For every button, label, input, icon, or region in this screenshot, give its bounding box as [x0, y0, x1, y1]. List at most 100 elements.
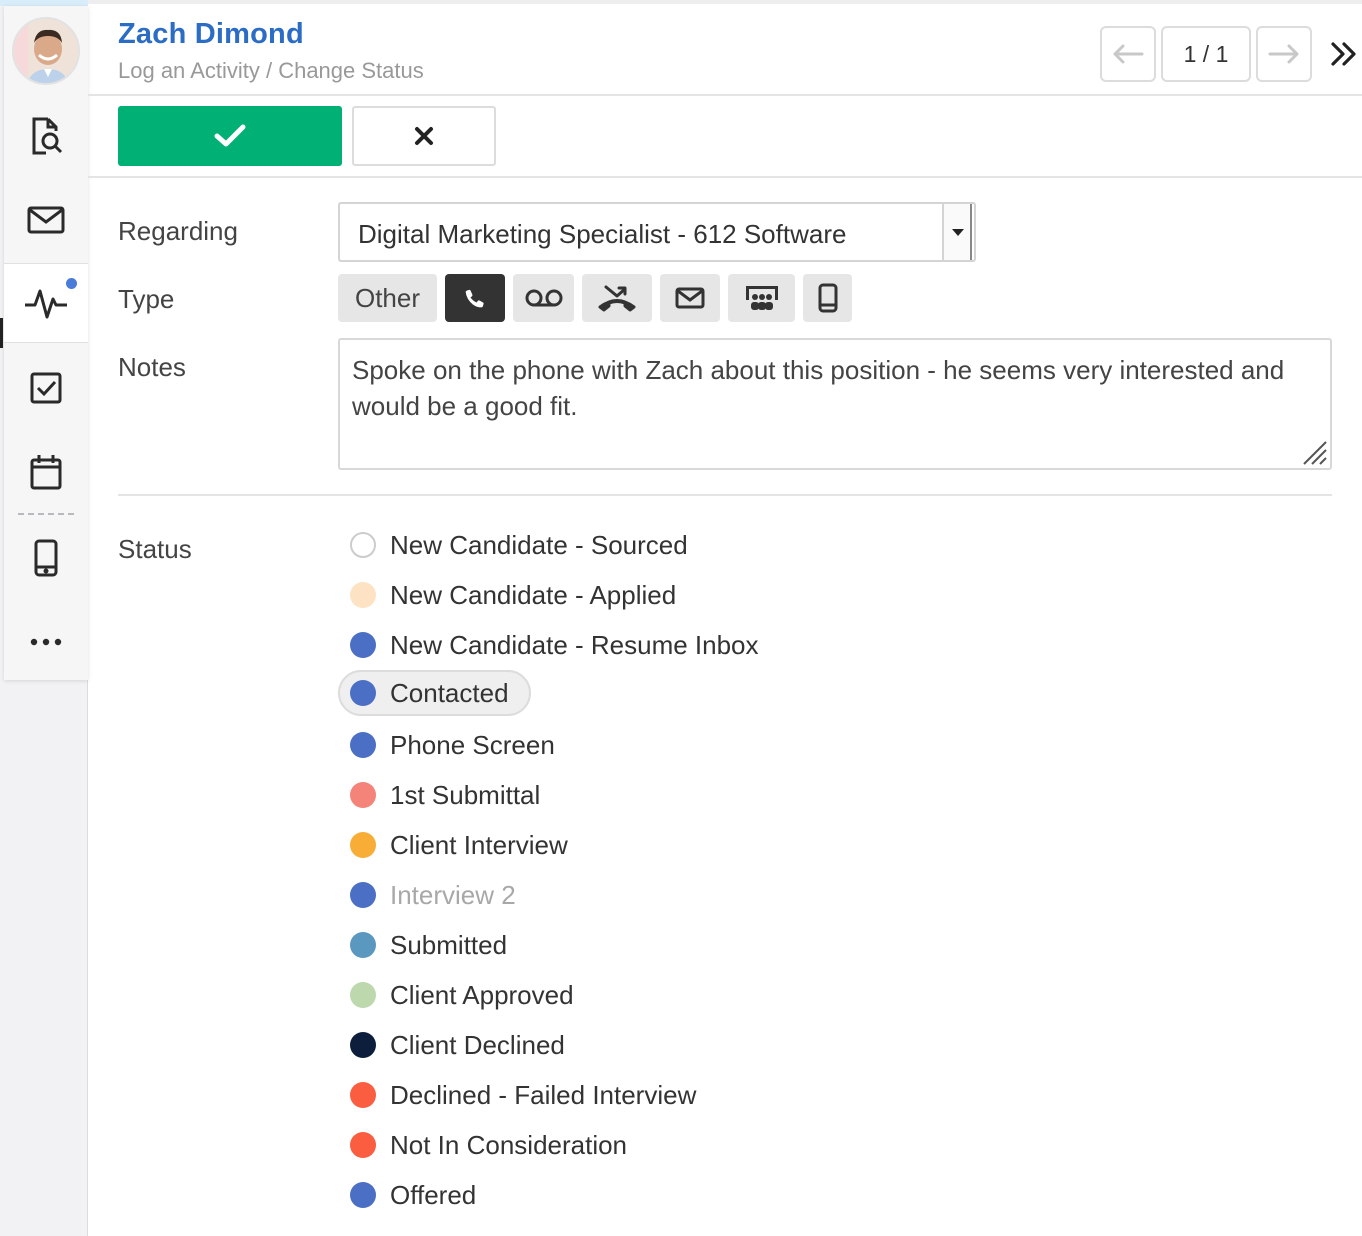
mobile-icon [34, 539, 58, 577]
more-icon [30, 638, 62, 646]
type-label: Type [118, 284, 175, 314]
type-other-button[interactable]: Other [338, 274, 437, 322]
status-option[interactable]: Client Approved [338, 972, 574, 1018]
regarding-label: Regarding [118, 216, 238, 246]
type-email-button[interactable] [660, 274, 720, 322]
mobile-button[interactable] [4, 518, 88, 598]
status-dot [350, 782, 376, 808]
type-other-label: Other [354, 282, 421, 313]
page-subtitle: Log an Activity / Change Status [118, 58, 424, 83]
status-option-label: New Candidate - Applied [390, 579, 677, 610]
status-dot [350, 1182, 376, 1208]
email-icon [675, 287, 705, 309]
sidebar-divider [18, 513, 74, 515]
status-dot [350, 680, 376, 706]
arrow-right-icon [1268, 44, 1299, 64]
resize-grip-icon[interactable] [1300, 438, 1328, 466]
status-option[interactable]: New Candidate - Sourced [338, 522, 688, 568]
status-option-label: Not In Consideration [390, 1129, 628, 1160]
status-label: Status [118, 534, 192, 564]
status-option[interactable]: Declined - Failed Interview [338, 1072, 696, 1118]
status-dot [350, 1082, 376, 1108]
status-option-label: Contacted [390, 677, 509, 708]
status-option[interactable]: Phone Screen [338, 722, 555, 768]
status-dot [350, 732, 376, 758]
status-option: Interview 2 [338, 872, 516, 918]
status-option[interactable]: New Candidate - Applied [338, 572, 676, 618]
status-dot [350, 832, 376, 858]
task-button[interactable] [4, 348, 88, 428]
action-bar [88, 96, 1362, 178]
mail-icon [27, 206, 65, 234]
voicemail-icon [525, 289, 562, 307]
status-option-label: Phone Screen [390, 729, 555, 760]
mobile-icon [818, 283, 837, 313]
status-option[interactable]: Submitted [338, 922, 507, 968]
phone-icon [465, 289, 484, 308]
notification-badge [66, 278, 77, 289]
pager-count-text: 1 / 1 [1183, 40, 1229, 67]
calendar-button[interactable] [4, 432, 88, 512]
status-dot [350, 632, 376, 658]
status-option[interactable]: Not In Consideration [338, 1122, 627, 1168]
notes-label: Notes [118, 352, 186, 382]
status-option-label: New Candidate - Resume Inbox [390, 629, 759, 660]
more-button[interactable] [4, 602, 88, 682]
pager-count: 1 / 1 [1161, 26, 1251, 82]
cancel-button[interactable] [352, 106, 496, 166]
status-option-label: Submitted [390, 929, 508, 960]
meeting-icon [745, 286, 778, 310]
type-mobile-button[interactable] [803, 274, 852, 322]
missed-call-icon [598, 285, 636, 312]
status-option-label: Client Approved [390, 979, 574, 1010]
status-option[interactable]: Client Declined [338, 1022, 565, 1068]
status-option-selected[interactable]: Contacted [338, 670, 531, 716]
status-dot [350, 882, 376, 908]
type-meeting-button[interactable] [728, 274, 795, 322]
status-dot [350, 932, 376, 958]
save-button[interactable] [118, 106, 342, 166]
status-dot [350, 1132, 376, 1158]
type-missed-call-button[interactable] [582, 274, 652, 322]
regarding-select[interactable]: Digital Marketing Specialist - 612 Softw… [338, 202, 976, 262]
check-icon [214, 124, 246, 147]
status-option-label: Offered [390, 1179, 477, 1210]
status-dot [350, 1032, 376, 1058]
activity-button[interactable] [0, 263, 88, 348]
previous-button[interactable] [1100, 26, 1156, 82]
avatar[interactable] [12, 17, 80, 85]
type-phone-button[interactable] [445, 274, 505, 322]
notes-textarea[interactable]: Spoke on the phone with Zach about this … [338, 338, 1332, 470]
type-voicemail-button[interactable] [513, 274, 574, 322]
header: Zach Dimond Log an Activity / Change Sta… [88, 0, 1362, 96]
status-option[interactable]: New Candidate - Resume Inbox [338, 622, 759, 668]
status-option[interactable]: Client Interview [338, 822, 568, 868]
status-option-label: Client Interview [390, 829, 568, 860]
search-document-icon [32, 117, 63, 155]
mail-button[interactable] [4, 180, 88, 260]
status-dot [350, 982, 376, 1008]
calendar-icon [30, 455, 62, 490]
dropdown-arrow-icon[interactable] [942, 204, 972, 260]
next-button[interactable] [1256, 26, 1312, 82]
status-option-label: New Candidate - Sourced [390, 529, 688, 560]
arrow-left-icon [1113, 44, 1144, 64]
status-option[interactable]: 1st Submittal [338, 772, 540, 818]
status-option-label: Declined - Failed Interview [390, 1079, 697, 1110]
regarding-value: Digital Marketing Specialist - 612 Softw… [358, 219, 847, 249]
activity-icon [25, 289, 67, 319]
status-dot [350, 532, 376, 558]
section-divider [118, 494, 1332, 496]
status-option-label: Interview 2 [390, 879, 516, 910]
sidebar [0, 0, 88, 1236]
expand-button[interactable] [1326, 34, 1362, 74]
status-dot [350, 582, 376, 608]
task-check-icon [30, 372, 62, 404]
status-option-label: 1st Submittal [390, 779, 541, 810]
status-option-label: Client Declined [390, 1029, 565, 1060]
search-document-button[interactable] [4, 96, 88, 176]
double-chevron-right-icon [1331, 42, 1356, 66]
status-option[interactable]: Offered [338, 1172, 476, 1218]
candidate-name[interactable]: Zach Dimond [118, 18, 304, 51]
close-icon [415, 127, 433, 145]
